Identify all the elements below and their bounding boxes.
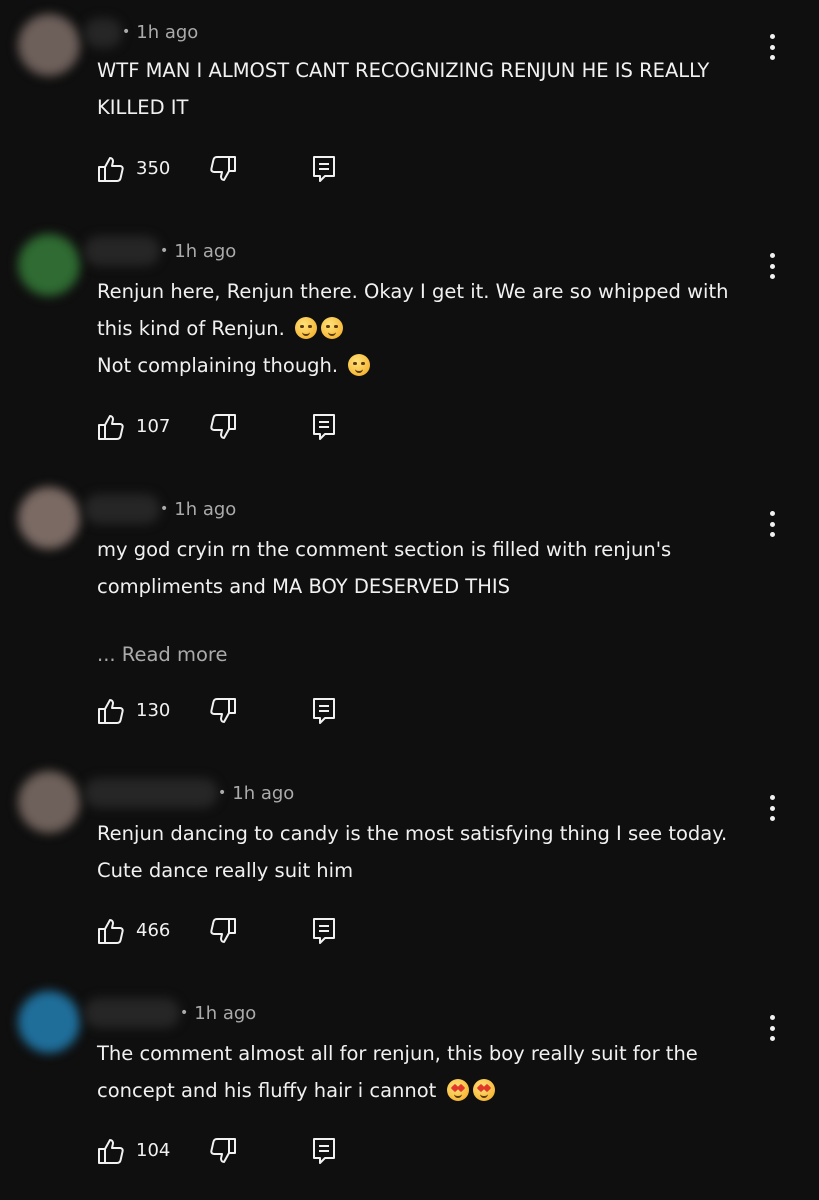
comment-text: WTF MAN I ALMOST CANT RECOGNIZING RENJUN… (97, 59, 710, 119)
avatar[interactable] (18, 234, 80, 296)
smirking-face-icon (348, 354, 371, 376)
author-name[interactable] (84, 236, 160, 266)
like-count: 350 (136, 158, 171, 179)
comment-actions: 350 (96, 154, 356, 186)
reply-comment-icon[interactable] (311, 696, 337, 726)
comment-text: Renjun here, Renjun there. Okay I get it… (97, 280, 729, 377)
author-name[interactable] (84, 998, 180, 1028)
thumbs-down-icon[interactable] (208, 1136, 238, 1166)
comment-text: my god cryin rn the comment section is f… (97, 538, 672, 598)
comment-actions: 107 (96, 412, 356, 444)
thumbs-up-icon[interactable] (96, 916, 126, 946)
author-name[interactable] (84, 778, 218, 808)
thumbs-down-icon[interactable] (208, 412, 238, 442)
thumbs-down-icon[interactable] (208, 154, 238, 184)
star-struck-icon (472, 1079, 495, 1101)
reply-comment-icon[interactable] (311, 1136, 337, 1166)
like-count: 104 (136, 1140, 171, 1161)
comment-timestamp: • 1h ago (180, 1003, 257, 1024)
comment-timestamp: • 1h ago (160, 241, 237, 262)
comment-timestamp: • 1h ago (218, 783, 295, 804)
read-more-link[interactable]: ... Read more (97, 643, 228, 666)
star-struck-icon (446, 1079, 469, 1101)
comment-actions: 466 (96, 916, 356, 948)
reply-comment-icon[interactable] (311, 916, 337, 946)
comment-text: The comment almost all for renjun, this … (97, 1042, 698, 1102)
avatar[interactable] (18, 771, 80, 833)
thumbs-up-icon[interactable] (96, 154, 126, 184)
kissing-face-closed-eyes-icon (321, 317, 343, 339)
thumbs-up-icon[interactable] (96, 696, 126, 726)
thumbs-up-icon[interactable] (96, 412, 126, 442)
avatar[interactable] (18, 487, 80, 549)
comment-actions: 130 (96, 696, 356, 728)
thumbs-down-icon[interactable] (208, 916, 238, 946)
reply-comment-icon[interactable] (311, 154, 337, 184)
thumbs-up-icon[interactable] (96, 1136, 126, 1166)
avatar[interactable] (18, 14, 80, 76)
like-count: 107 (136, 416, 171, 437)
author-name[interactable] (84, 494, 160, 524)
author-name[interactable] (84, 18, 122, 48)
comment-text: Renjun dancing to candy is the most sati… (97, 822, 728, 882)
sneezing-face-icon (295, 317, 317, 339)
comment-actions: 104 (96, 1136, 356, 1168)
comment-timestamp: • 1h ago (160, 499, 237, 520)
avatar[interactable] (18, 991, 80, 1053)
like-count: 130 (136, 700, 171, 721)
like-count: 466 (136, 920, 171, 941)
reply-comment-icon[interactable] (311, 412, 337, 442)
thumbs-down-icon[interactable] (208, 696, 238, 726)
comment-timestamp: • 1h ago (122, 22, 199, 43)
